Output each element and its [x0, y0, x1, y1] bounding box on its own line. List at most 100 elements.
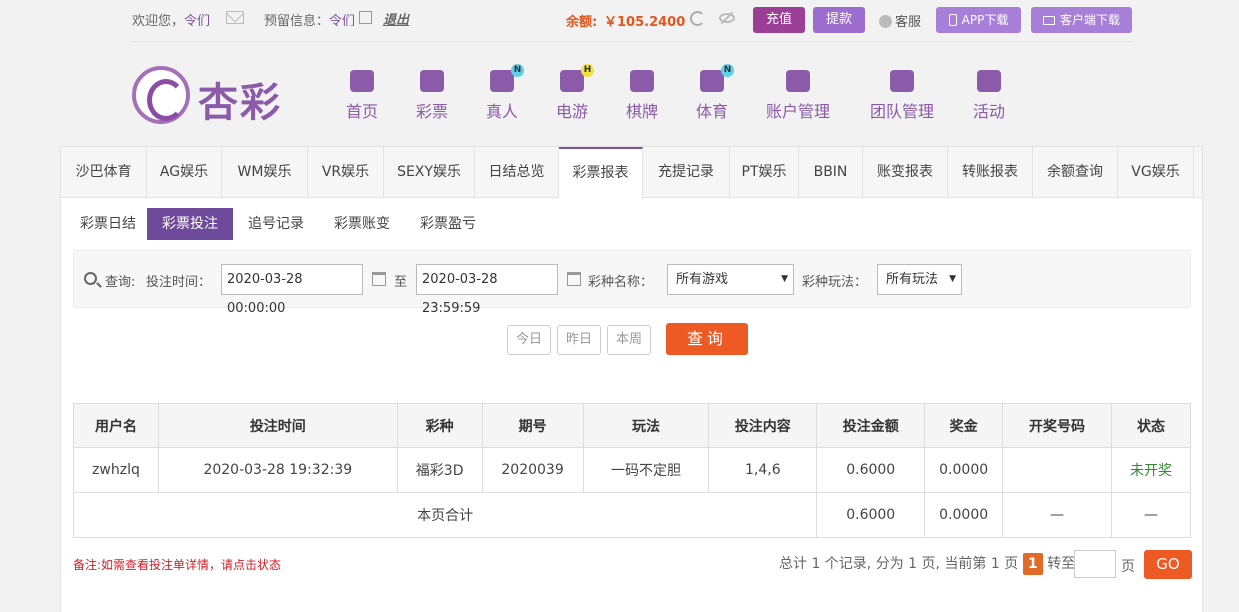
col-issue: 期号	[481, 403, 584, 448]
reserve-value: 令们	[329, 14, 356, 29]
gift-icon	[977, 70, 1001, 92]
tab-transfer-report[interactable]: 转账报表	[948, 147, 1033, 198]
nav-live[interactable]: N 真人	[472, 64, 532, 122]
caret-down-icon: ▼	[781, 274, 788, 284]
refresh-icon[interactable]	[690, 11, 705, 26]
calendar-icon[interactable]	[567, 272, 581, 286]
page-number-input[interactable]	[1074, 550, 1116, 578]
app-download-label: APP下载	[961, 13, 1009, 27]
cell-bet-time: 2020-03-28 19:32:39	[157, 447, 398, 493]
client-download-label: 客户端下载	[1059, 13, 1120, 27]
play-type-select[interactable]: 所有玩法 ▼	[877, 264, 962, 295]
logout-link[interactable]: 退出	[383, 9, 409, 28]
go-button[interactable]: GO	[1144, 550, 1192, 579]
total-amount: 0.6000	[816, 492, 926, 538]
service-label: 客服	[895, 15, 922, 30]
new-badge: N	[511, 64, 524, 77]
nav-sports[interactable]: N 体育	[682, 64, 742, 122]
lottery-select[interactable]: 所有游戏 ▼	[667, 264, 794, 295]
subtab-profit-loss[interactable]: 彩票盈亏	[409, 208, 487, 240]
nav-lottery[interactable]: 彩票	[402, 70, 462, 122]
subtab-bets[interactable]: 彩票投注	[147, 208, 233, 240]
tab-wm[interactable]: WM娱乐	[222, 147, 308, 198]
page-unit-label: 页	[1121, 559, 1135, 575]
pagination: 总计 1 个记录, 分为 1 页, 当前第 1 页 1 转至	[779, 552, 1075, 580]
col-bonus: 奖金	[924, 403, 1004, 448]
site-logo[interactable]: 杏彩	[132, 64, 292, 126]
tab-lottery-report[interactable]: 彩票报表	[559, 147, 643, 199]
nav-label: 真人	[485, 102, 518, 121]
nav-cards[interactable]: 棋牌	[612, 70, 672, 122]
start-time-input[interactable]: 2020-03-28 00:00:00	[221, 264, 363, 316]
table-header-row: 用户名 投注时间 彩种 期号 玩法 投注内容 投注金额 奖金 开奖号码 状态	[73, 403, 1192, 448]
cell-username: zwhzlq	[73, 447, 159, 493]
mail-icon[interactable]	[226, 11, 244, 24]
nav-label: 彩票	[415, 102, 448, 121]
tab-balance-query[interactable]: 余额查询	[1033, 147, 1118, 198]
query-button[interactable]: 查询	[666, 323, 748, 355]
nav-home[interactable]: 首页	[332, 70, 392, 122]
nav-team[interactable]: 团队管理	[864, 70, 940, 122]
username[interactable]: 令们	[184, 14, 210, 29]
edit-icon[interactable]	[359, 11, 372, 24]
nav-events[interactable]: 活动	[964, 70, 1014, 122]
query-label: 查询:	[105, 275, 136, 290]
tab-vr[interactable]: VR娱乐	[308, 147, 384, 198]
bet-time-label: 投注时间：	[146, 275, 212, 290]
report-panel: 沙巴体育 AG娱乐 WM娱乐 VR娱乐 SEXY娱乐 日结总览 彩票报表 充提记…	[60, 146, 1203, 612]
total-draw-number: —	[1002, 492, 1112, 538]
col-amount: 投注金额	[816, 403, 926, 448]
current-page[interactable]: 1	[1022, 553, 1043, 575]
ticket-icon	[420, 70, 444, 92]
hot-badge: H	[581, 64, 594, 77]
search-filter: 查询: 投注时间： 2020-03-28 00:00:00 至 2020-03-…	[73, 250, 1191, 316]
customer-service-link[interactable]: 客服	[879, 11, 921, 30]
logo-text: 杏彩	[198, 80, 282, 126]
tab-saba-sports[interactable]: 沙巴体育	[61, 147, 147, 198]
app-download-button[interactable]: APP下载	[936, 7, 1021, 33]
lottery-select-value: 所有游戏	[676, 272, 729, 287]
nav-label: 活动	[972, 102, 1005, 121]
tab-bbin[interactable]: BBIN	[799, 147, 863, 198]
pagination-summary: 总计 1 个记录, 分为 1 页, 当前第 1 页	[779, 556, 1019, 572]
today-button[interactable]: 今日	[507, 325, 551, 355]
logo-emblem	[132, 66, 190, 124]
cell-draw-number	[1002, 447, 1112, 493]
tab-ag[interactable]: AG娱乐	[147, 147, 222, 198]
lottery-name-label: 彩种名称：	[588, 275, 654, 290]
tab-vg[interactable]: VG娱乐	[1118, 147, 1194, 198]
col-content: 投注内容	[708, 403, 818, 448]
dealer-icon: N	[490, 64, 524, 92]
hide-balance-icon[interactable]	[719, 13, 735, 23]
nav-slots[interactable]: H 电游	[542, 64, 602, 122]
nav-label: 电游	[555, 102, 588, 121]
welcome-label: 欢迎您，	[132, 14, 185, 29]
top-bar: 欢迎您，令们 预留信息：令们 退出 余额: ￥105.2400 充值 提款 客服…	[132, 0, 1132, 42]
tab-daily-overview[interactable]: 日结总览	[475, 147, 559, 198]
nav-account[interactable]: 账户管理	[760, 70, 836, 122]
tab-pt[interactable]: PT娱乐	[730, 147, 799, 198]
subtab-chase[interactable]: 追号记录	[237, 208, 315, 240]
col-lottery: 彩种	[396, 403, 483, 448]
balance-value: ￥105.2400	[604, 15, 686, 30]
client-download-button[interactable]: 客户端下载	[1031, 7, 1132, 33]
withdraw-button[interactable]: 提款	[813, 7, 865, 33]
reserve-label: 预留信息：	[264, 14, 330, 29]
status-link[interactable]: 未开奖	[1110, 447, 1192, 493]
col-username: 用户名	[73, 403, 159, 448]
this-week-button[interactable]: 本周	[607, 325, 651, 355]
end-time-input[interactable]: 2020-03-28 23:59:59	[416, 264, 558, 316]
yesterday-button[interactable]: 昨日	[557, 325, 601, 355]
new-badge: N	[721, 64, 734, 77]
tab-balance-changes[interactable]: 账变报表	[863, 147, 948, 198]
cell-play: 一码不定胆	[582, 447, 710, 493]
tab-sexy[interactable]: SEXY娱乐	[384, 147, 475, 198]
balance-label: 余额:	[566, 15, 598, 30]
tab-deposit-records[interactable]: 充提记录	[643, 147, 730, 198]
subtab-account-changes[interactable]: 彩票账变	[323, 208, 401, 240]
subtab-daily[interactable]: 彩票日结	[69, 208, 147, 240]
nav-label: 团队管理	[869, 102, 934, 121]
calendar-icon[interactable]	[372, 272, 386, 286]
recharge-button[interactable]: 充值	[753, 7, 805, 33]
to-label: 至	[394, 275, 408, 290]
